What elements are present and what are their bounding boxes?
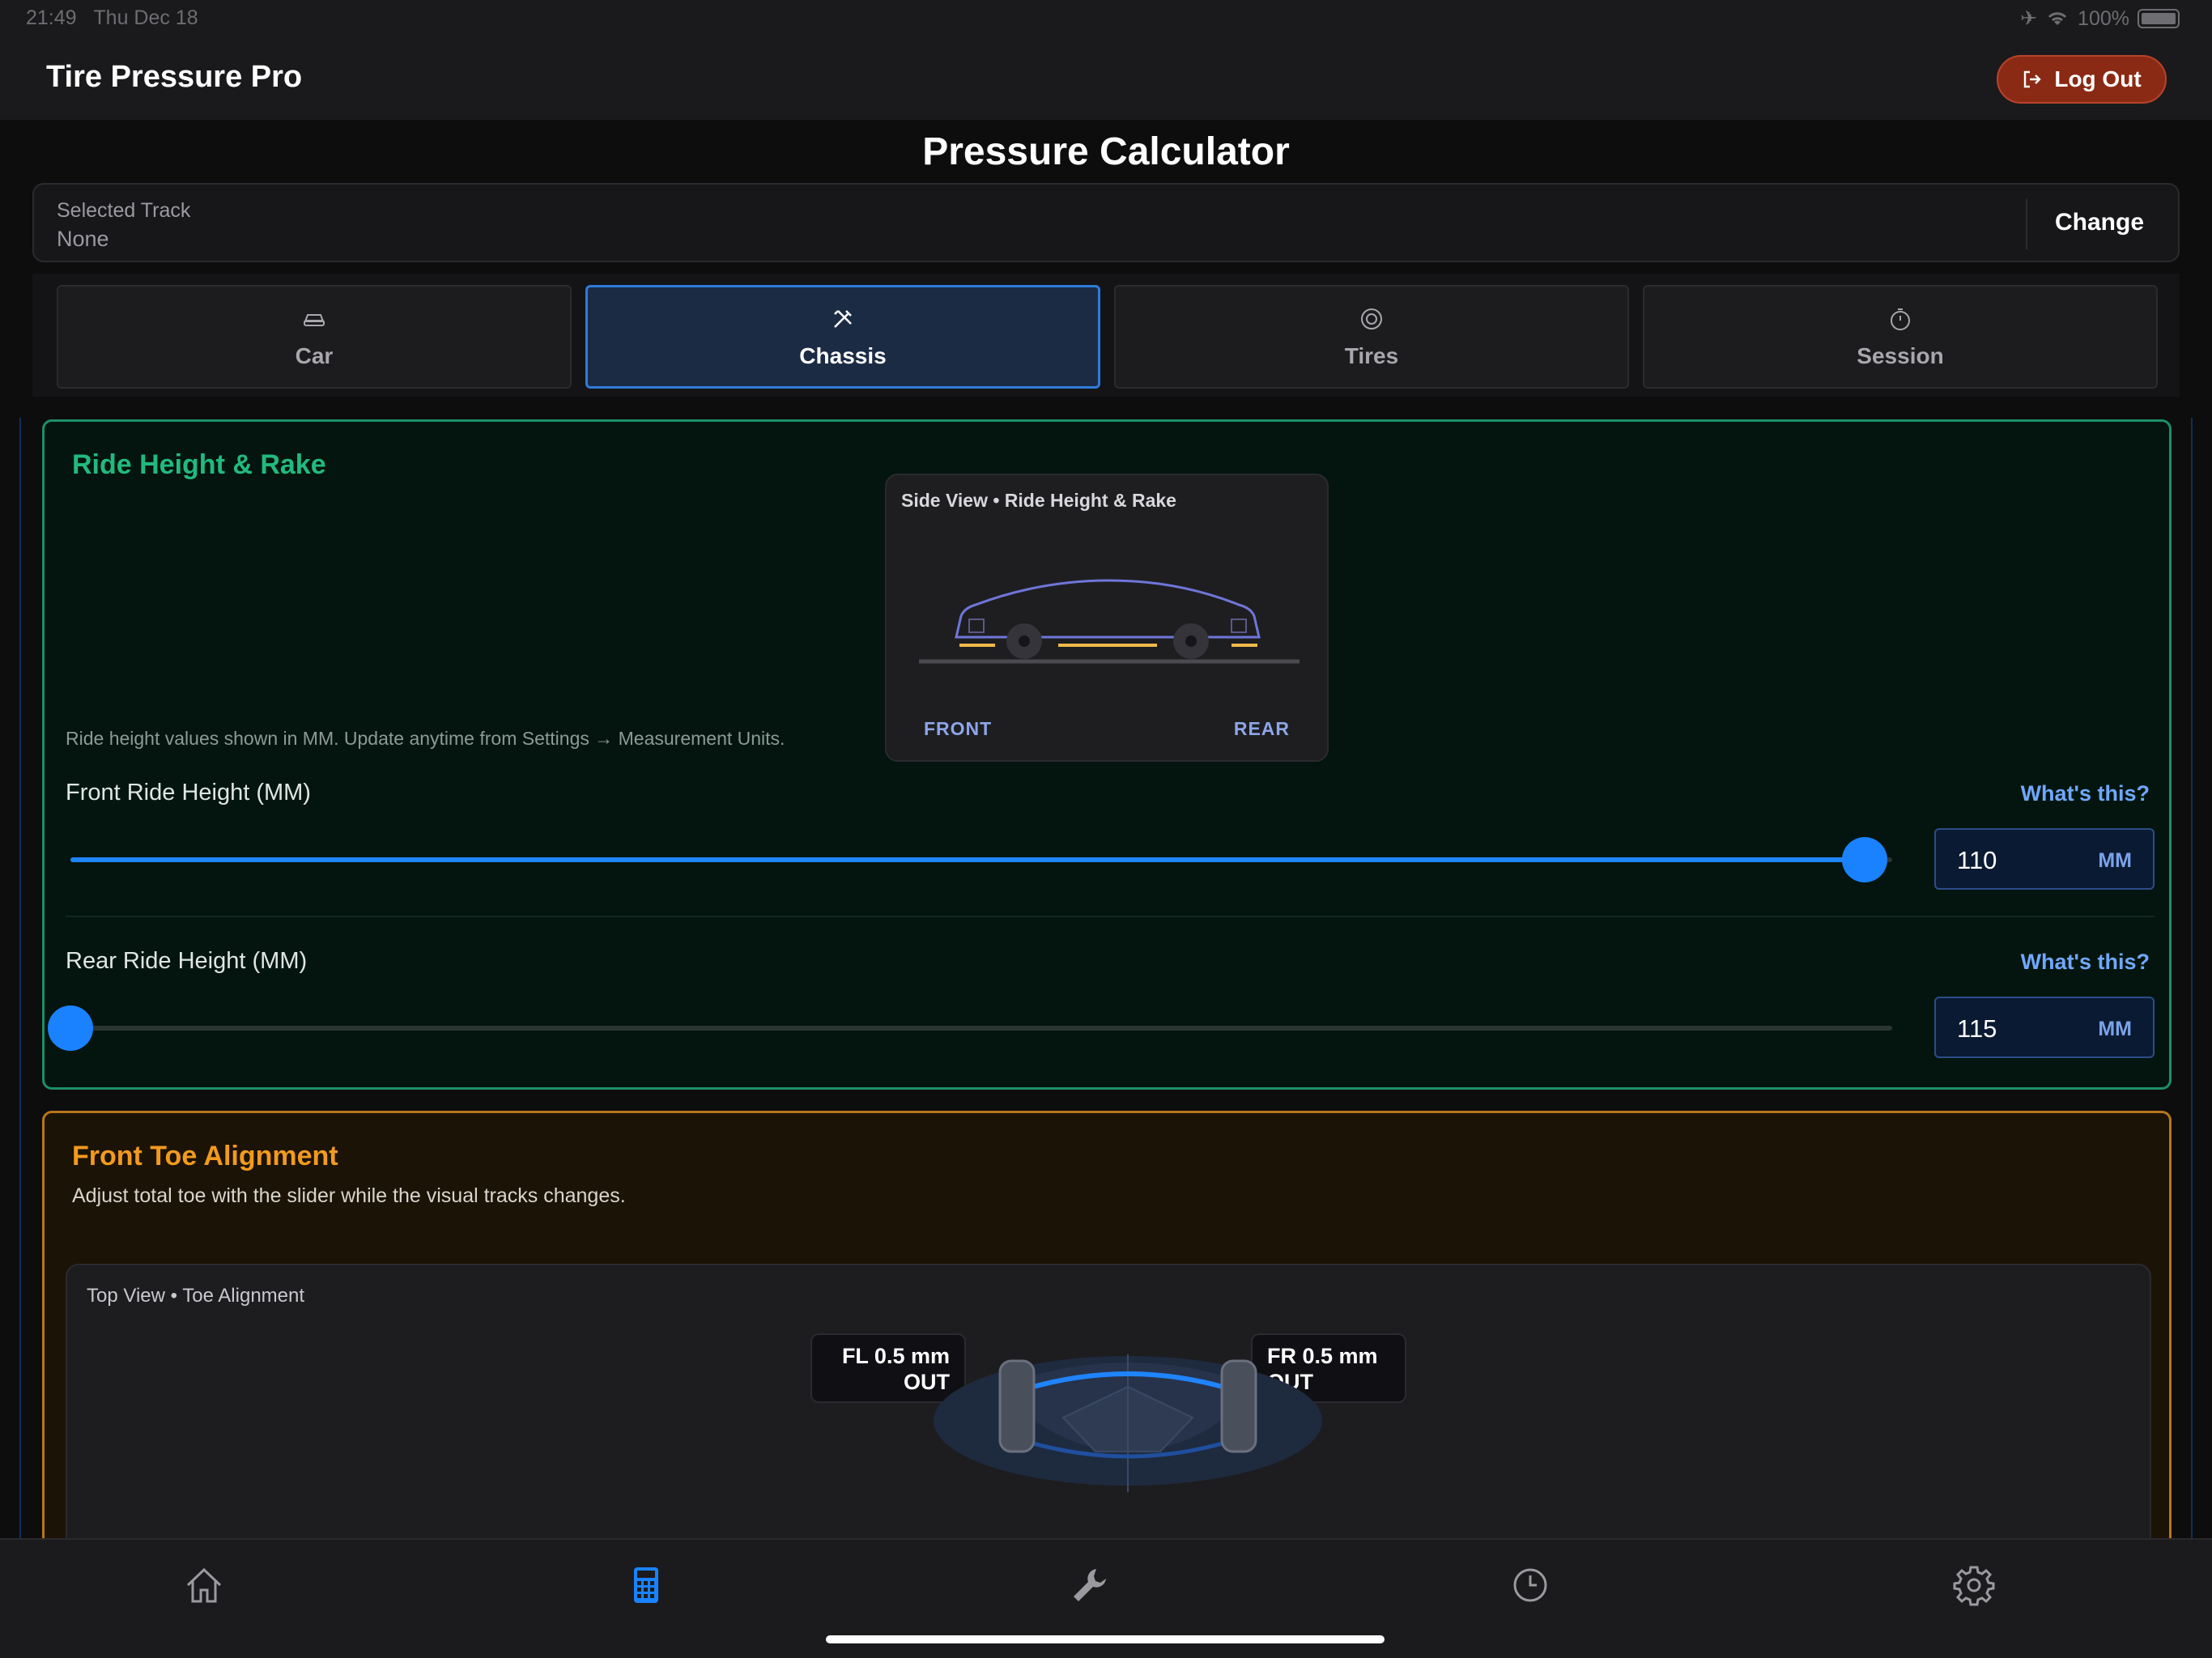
tab-label: Chassis (799, 343, 887, 368)
rear-whats-this-link[interactable]: What's this? (2021, 950, 2150, 975)
front-toe-card: Front Toe Alignment Adjust total toe wit… (42, 1111, 2172, 1538)
selected-track-label: Selected Track (57, 199, 191, 222)
stopwatch-icon (1884, 304, 1916, 334)
ride-height-card: Ride Height & Rake Side View • Ride Heig… (42, 419, 2172, 1090)
tools-icon (827, 304, 859, 334)
rear-ride-height-unit: MM (2098, 1018, 2132, 1040)
battery-icon (2138, 9, 2180, 28)
tab-session[interactable]: Session (1643, 285, 2158, 389)
battery-percent: 100% (2078, 6, 2129, 30)
target-icon (1355, 304, 1388, 334)
front-toe-title: Front Toe Alignment (72, 1141, 338, 1171)
top-view-title: Top View • Toe Alignment (87, 1285, 305, 1307)
calculator-icon[interactable] (623, 1562, 669, 1608)
front-whats-this-link[interactable]: What's this? (2021, 781, 2150, 806)
rear-ride-height-label: Rear Ride Height (MM) (66, 948, 308, 974)
side-view-diagram: Side View • Ride Height & Rake FRONT REA… (885, 474, 1329, 762)
section-tabs: Car Chassis Tires Session (32, 274, 2180, 397)
wifi-icon (2048, 12, 2067, 25)
tab-label: Car (295, 343, 334, 368)
front-ride-height-label: Front Ride Height (MM) (66, 780, 311, 806)
logout-label: Log Out (2054, 66, 2142, 91)
units-note: Ride height values shown in MM. Update a… (66, 728, 785, 749)
gear-icon[interactable] (1951, 1562, 1997, 1608)
rear-slider-thumb[interactable] (48, 1005, 93, 1051)
car-icon (298, 304, 330, 334)
clock-icon[interactable] (1508, 1562, 1553, 1608)
status-time: 21:49 Thu Dec 18 (26, 6, 198, 29)
selected-track-card: Selected Track None Change (32, 183, 2180, 262)
tab-label: Session (1857, 343, 1944, 368)
logout-button[interactable]: Log Out (1997, 55, 2167, 104)
side-view-title: Side View • Ride Height & Rake (901, 490, 1176, 511)
front-ride-height-slider[interactable] (70, 837, 1892, 882)
selected-track-value: None (57, 227, 109, 251)
scroll-content[interactable]: Ride Height & Rake Side View • Ride Heig… (19, 418, 2193, 1538)
change-track-button[interactable]: Change (2055, 209, 2144, 236)
front-slider-thumb[interactable] (1842, 837, 1888, 882)
rear-label: REAR (1233, 718, 1290, 739)
app-header: Tire Pressure Pro Log Out (0, 36, 2212, 120)
car-top-illustration (934, 1354, 1322, 1492)
status-bar: 21:49 Thu Dec 18 ✈ 100% (0, 0, 2212, 36)
home-indicator (826, 1635, 1385, 1643)
front-slider-fill (70, 857, 1865, 862)
front-toe-subtitle: Adjust total toe with the slider while t… (72, 1184, 626, 1207)
airplane-icon: ✈ (2020, 7, 2038, 30)
front-ride-height-unit: MM (2098, 849, 2132, 872)
status-right: ✈ 100% (2020, 6, 2180, 31)
logout-icon (2024, 70, 2042, 88)
rear-ride-height-input[interactable]: 115 MM (1934, 997, 2155, 1058)
tab-chassis[interactable]: Chassis (585, 285, 1100, 389)
app-title: Tire Pressure Pro (46, 60, 303, 94)
front-label: FRONT (924, 718, 993, 739)
home-icon[interactable] (181, 1562, 227, 1608)
tab-tires[interactable]: Tires (1114, 285, 1629, 389)
rear-ride-height-value: 115 (1957, 1014, 1997, 1043)
tab-car[interactable]: Car (57, 285, 572, 389)
ride-height-title: Ride Height & Rake (72, 449, 326, 480)
top-view-diagram: Top View • Toe Alignment FL 0.5 mm OUT F… (66, 1264, 2151, 1538)
row-divider (66, 916, 2155, 917)
wrench-icon[interactable] (1067, 1562, 1112, 1608)
track-divider (2026, 199, 2027, 249)
page-title: Pressure Calculator (922, 130, 1290, 173)
rear-ride-height-slider[interactable] (48, 1005, 1892, 1051)
front-ride-height-input[interactable]: 110 MM (1934, 828, 2155, 890)
tab-label: Tires (1344, 343, 1399, 368)
car-side-illustration (919, 579, 1300, 664)
front-ride-height-value: 110 (1957, 846, 1997, 874)
